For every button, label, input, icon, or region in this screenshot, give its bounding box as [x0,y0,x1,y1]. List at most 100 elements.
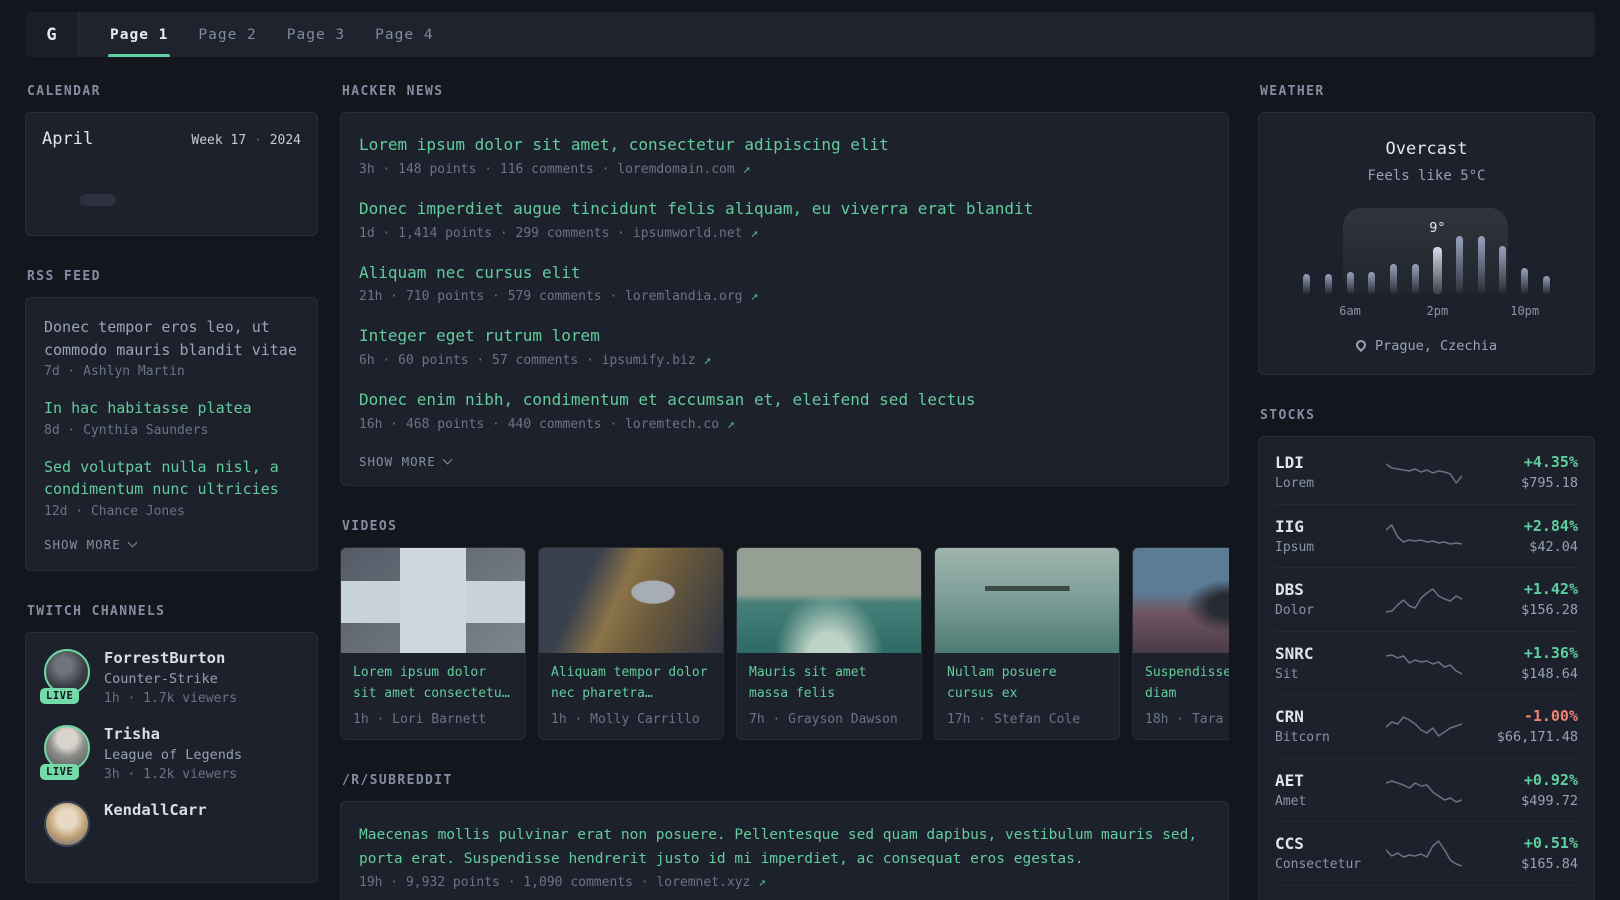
stock-sparkline [1375,775,1472,805]
hackernews-item: Donec imperdiet augue tincidunt felis al… [359,199,1210,241]
page-tab[interactable]: Page 2 [183,12,271,57]
stock-row[interactable]: AHS +0.46% [1275,886,1578,900]
video-thumbnail[interactable] [539,547,723,653]
video-title[interactable]: Nullam posuere cursus ex [947,663,1107,705]
external-link-icon[interactable]: ↗ [750,226,758,241]
hackernews-show-more-button[interactable]: SHOW MORE [359,454,1210,469]
calendar-day [190,211,227,223]
stock-change-percent: +2.84% [1523,516,1578,535]
external-link-icon[interactable]: ↗ [750,289,758,304]
page-tab[interactable]: Page 3 [272,12,360,57]
stock-row[interactable]: LDI Lorem +4.35% $795.18 [1275,441,1578,505]
subreddit-section-title: /R/SUBREDDIT [342,772,453,788]
video-card[interactable]: Suspendisse blandit diam 18h · Tara [1132,546,1229,740]
hackernews-item-title[interactable]: Donec enim nibh, condimentum et accumsan… [359,390,1210,411]
app-logo[interactable]: G [25,12,79,57]
calendar-weekday-row [42,163,301,171]
stock-identity: SNRC Sit [1275,644,1375,682]
calendar-day [79,194,116,206]
page-tabs: Page 1 Page 2 Page 3 Page 4 [79,12,449,57]
twitch-channel-info: KendallCarr [104,801,207,847]
stock-sparkline [1375,521,1472,551]
stock-name: Bitcorn [1275,730,1330,746]
page-tab[interactable]: Page 4 [360,12,448,57]
calendar-day [116,211,153,223]
stock-symbol[interactable]: AET [1275,771,1375,790]
stock-change-percent: +0.51% [1523,834,1578,853]
stock-identity: CCS Consectetur [1275,834,1375,872]
hackernews-item: Integer eget rutrum lorem 6h · 60 points… [359,326,1210,368]
video-thumbnail[interactable] [1133,547,1229,653]
video-thumbnail[interactable] [341,547,525,653]
calendar-day [264,211,301,223]
weather-hour-slot [1383,224,1405,294]
stock-symbol[interactable]: CRN [1275,707,1375,726]
hackernews-item-title[interactable]: Lorem ipsum dolor sit amet, consectetur … [359,135,1210,156]
stock-values: +4.35% $795.18 [1472,453,1578,491]
rss-item-title[interactable]: Sed volutpat nulla nisl, a condimentum n… [44,456,299,501]
external-link-icon[interactable]: ↗ [743,162,751,177]
twitch-channel-name[interactable]: Trisha [104,725,242,743]
video-card[interactable]: Mauris sit amet massa felis 7h · Grayson… [736,546,922,740]
stock-symbol[interactable]: LDI [1275,453,1375,472]
current-temperature-label: 9° [1429,220,1446,236]
rss-card: Donec tempor eros leo, ut commodo mauris… [25,297,318,571]
stock-row[interactable]: DBS Dolor +1.42% $156.28 [1275,568,1578,632]
stock-row[interactable]: IIG Ipsum +2.84% $42.04 [1275,505,1578,568]
twitch-channel-row[interactable]: LIVE Trisha League of Legends 3h · 1.2k … [40,724,299,782]
stock-name: Ipsum [1275,539,1315,555]
hackernews-item-title[interactable]: Aliquam nec cursus elit [359,263,1210,284]
stock-row[interactable]: SNRC Sit +1.36% $148.64 [1275,632,1578,695]
video-thumbnail[interactable] [737,547,921,653]
stock-price: $795.18 [1521,475,1578,492]
weather-hour-slot [1492,224,1514,294]
video-title[interactable]: Lorem ipsum dolor sit amet consectetu… [353,663,513,705]
video-card[interactable]: Nullam posuere cursus ex 17h · Stefan Co… [934,546,1120,740]
rss-show-more-button[interactable]: SHOW MORE [44,537,299,552]
stock-identity: CRN Bitcorn [1275,707,1375,745]
twitch-channel-row[interactable]: KendallCarr [44,800,299,847]
external-link-icon[interactable]: ↗ [758,875,766,890]
weather-hour-slot: 10pm [1510,224,1539,318]
video-card[interactable]: Lorem ipsum dolor sit amet consectetu… 1… [340,546,526,740]
stock-row[interactable]: AET Amet +0.92% $499.72 [1275,759,1578,822]
calendar-weekday [190,163,227,171]
temperature-bar [1521,268,1529,294]
video-card-body: Lorem ipsum dolor sit amet consectetu… 1… [341,653,525,739]
twitch-channel-row[interactable]: LIVE ForrestBurton Counter-Strike 1h · 1… [40,648,299,706]
subreddit-post-title[interactable]: Maecenas mollis pulvinar erat non posuer… [359,824,1210,872]
hackernews-item-title[interactable]: Donec imperdiet augue tincidunt felis al… [359,199,1210,220]
stock-values: +2.84% $42.04 [1472,517,1578,555]
twitch-channel-name[interactable]: ForrestBurton [104,649,237,667]
rss-item: In hac habitasse platea 8d · Cynthia Sau… [44,397,299,438]
calendar-day [79,177,116,189]
rss-item: Sed volutpat nulla nisl, a condimentum n… [44,456,299,519]
video-card[interactable]: Aliquam tempor dolor nec pharetra… 1h · … [538,546,724,740]
calendar-month[interactable]: April [42,129,93,149]
video-thumbnail[interactable] [935,547,1119,653]
rss-item: Donec tempor eros leo, ut commodo mauris… [44,316,299,379]
twitch-channel-name[interactable]: KendallCarr [104,801,207,819]
calendar-day [227,194,264,206]
stock-row[interactable]: CCS Consectetur +0.51% $165.84 [1275,822,1578,886]
stock-identity: AET Amet [1275,771,1375,809]
external-link-icon[interactable]: ↗ [703,353,711,368]
stock-row[interactable]: CRN Bitcorn -1.00% $66,171.48 [1275,695,1578,759]
video-title[interactable]: Suspendisse blandit diam [1145,663,1229,705]
stock-symbol[interactable]: IIG [1275,517,1375,536]
page-tab[interactable]: Page 1 [95,12,183,57]
rss-item-title[interactable]: In hac habitasse platea [44,397,299,420]
stock-price: $148.64 [1521,665,1578,682]
stock-values: +1.42% $156.28 [1472,580,1578,618]
hackernews-item-meta-text: 21h · 710 points · 579 comments · loreml… [359,289,743,305]
video-title[interactable]: Aliquam tempor dolor nec pharetra… [551,663,711,705]
stock-symbol[interactable]: SNRC [1275,644,1375,663]
hackernews-item-title[interactable]: Integer eget rutrum lorem [359,326,1210,347]
video-card-body: Nullam posuere cursus ex 17h · Stefan Co… [935,653,1119,739]
stock-symbol[interactable]: DBS [1275,580,1375,599]
external-link-icon[interactable]: ↗ [727,417,735,432]
stock-symbol[interactable]: CCS [1275,834,1375,853]
calendar-day [153,194,190,206]
rss-item-title[interactable]: Donec tempor eros leo, ut commodo mauris… [44,316,299,361]
video-title[interactable]: Mauris sit amet massa felis [749,663,909,705]
